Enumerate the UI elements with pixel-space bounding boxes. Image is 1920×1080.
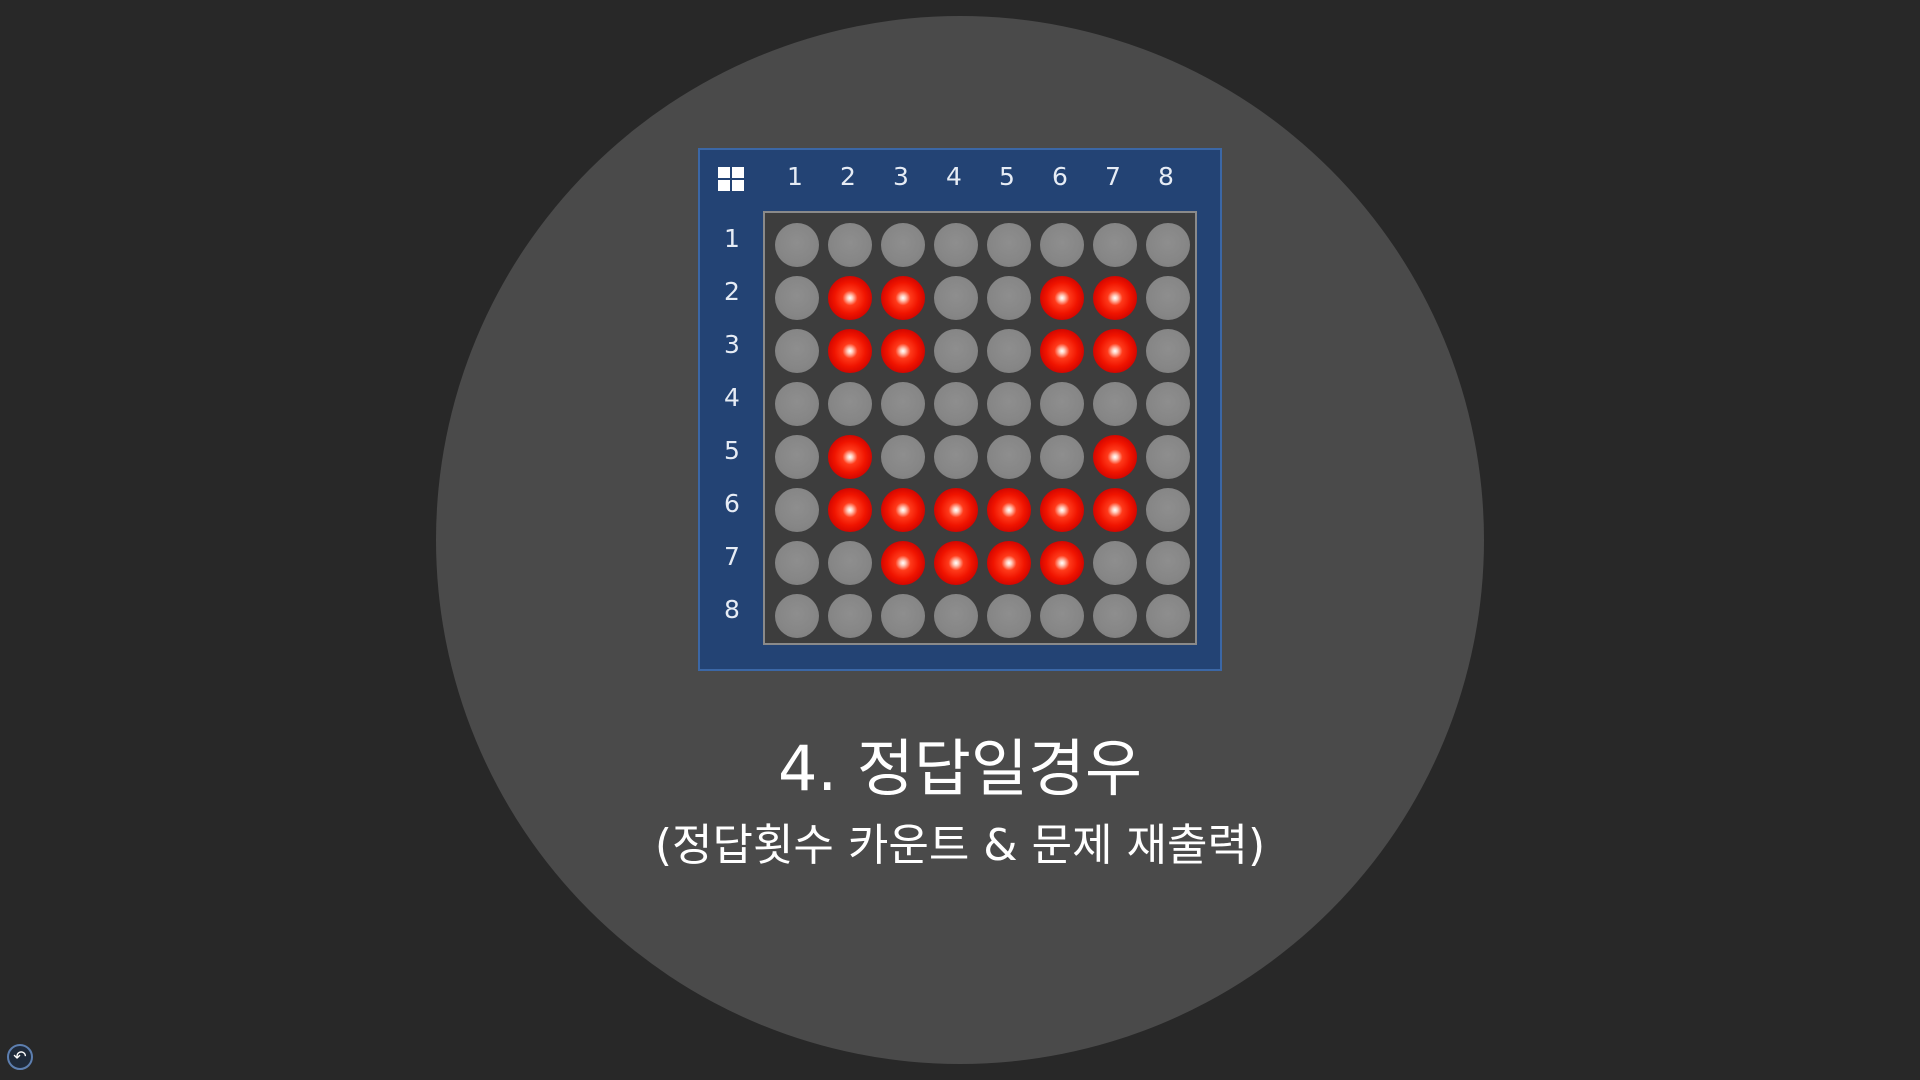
led-off[interactable]	[987, 435, 1031, 479]
led-on[interactable]	[987, 488, 1031, 532]
led-off[interactable]	[1040, 382, 1084, 426]
slide-title: 4. 정답일경우	[777, 732, 1143, 805]
led-off[interactable]	[775, 594, 819, 638]
led-off[interactable]	[775, 488, 819, 532]
led-off[interactable]	[987, 329, 1031, 373]
column-label: 8	[1158, 162, 1174, 191]
led-off[interactable]	[881, 435, 925, 479]
led-off[interactable]	[775, 223, 819, 267]
row-label: 2	[724, 277, 740, 306]
led-on[interactable]	[1093, 435, 1137, 479]
row-label: 6	[724, 489, 740, 518]
led-on[interactable]	[881, 276, 925, 320]
grid-icon	[718, 167, 744, 191]
led-off[interactable]	[1093, 382, 1137, 426]
led-off[interactable]	[881, 382, 925, 426]
slide-subtitle: (정답횟수 카운트 & 문제 재출력)	[654, 820, 1266, 871]
back-arrow-icon: ↶	[13, 1047, 27, 1066]
led-off[interactable]	[1040, 435, 1084, 479]
led-off[interactable]	[775, 541, 819, 585]
led-off[interactable]	[1146, 435, 1190, 479]
led-on[interactable]	[881, 329, 925, 373]
led-on[interactable]	[1093, 329, 1137, 373]
led-on[interactable]	[934, 541, 978, 585]
led-off[interactable]	[934, 276, 978, 320]
led-on[interactable]	[1040, 541, 1084, 585]
led-on[interactable]	[1093, 276, 1137, 320]
led-off[interactable]	[1093, 223, 1137, 267]
row-label: 8	[724, 595, 740, 624]
column-label: 6	[1052, 162, 1068, 191]
led-off[interactable]	[934, 223, 978, 267]
led-off[interactable]	[934, 329, 978, 373]
led-off[interactable]	[1146, 382, 1190, 426]
led-off[interactable]	[934, 594, 978, 638]
column-label: 5	[999, 162, 1015, 191]
led-on[interactable]	[1093, 488, 1137, 532]
column-label: 4	[946, 162, 962, 191]
led-off[interactable]	[1146, 223, 1190, 267]
led-off[interactable]	[1146, 541, 1190, 585]
led-off[interactable]	[1040, 223, 1084, 267]
led-on[interactable]	[987, 541, 1031, 585]
led-on[interactable]	[1040, 488, 1084, 532]
row-label: 4	[724, 383, 740, 412]
led-off[interactable]	[1093, 594, 1137, 638]
slide-canvas: 1 2 3 4 5 6 7 8 1 2 3 4 5 6 7 8 4. 정답일경우 (정답횟수 카운트 & 문…	[0, 0, 1920, 1080]
led-off[interactable]	[1146, 488, 1190, 532]
led-grid	[763, 211, 1197, 645]
led-off[interactable]	[775, 276, 819, 320]
led-off[interactable]	[987, 382, 1031, 426]
led-off[interactable]	[1146, 276, 1190, 320]
led-on[interactable]	[881, 541, 925, 585]
led-off[interactable]	[987, 594, 1031, 638]
led-on[interactable]	[934, 488, 978, 532]
led-off[interactable]	[987, 223, 1031, 267]
led-off[interactable]	[987, 276, 1031, 320]
led-off[interactable]	[775, 382, 819, 426]
led-off[interactable]	[775, 329, 819, 373]
led-on[interactable]	[1040, 329, 1084, 373]
row-label: 7	[724, 542, 740, 571]
led-off[interactable]	[828, 594, 872, 638]
led-off[interactable]	[934, 382, 978, 426]
led-off[interactable]	[828, 223, 872, 267]
led-on[interactable]	[828, 276, 872, 320]
led-on[interactable]	[881, 488, 925, 532]
column-label: 1	[787, 162, 803, 191]
led-off[interactable]	[1146, 594, 1190, 638]
led-off[interactable]	[881, 594, 925, 638]
led-on[interactable]	[1040, 276, 1084, 320]
column-label: 2	[840, 162, 856, 191]
led-off[interactable]	[828, 382, 872, 426]
led-off[interactable]	[1040, 594, 1084, 638]
led-off[interactable]	[1093, 541, 1137, 585]
led-off[interactable]	[1146, 329, 1190, 373]
led-on[interactable]	[828, 435, 872, 479]
row-label: 1	[724, 224, 740, 253]
column-label: 7	[1105, 162, 1121, 191]
column-label: 3	[893, 162, 909, 191]
led-off[interactable]	[934, 435, 978, 479]
led-off[interactable]	[775, 435, 819, 479]
led-on[interactable]	[828, 488, 872, 532]
led-on[interactable]	[828, 329, 872, 373]
led-off[interactable]	[828, 541, 872, 585]
back-button[interactable]: ↶	[7, 1044, 33, 1070]
led-matrix-panel: 1 2 3 4 5 6 7 8 1 2 3 4 5 6 7 8	[698, 148, 1222, 671]
row-label: 3	[724, 330, 740, 359]
led-off[interactable]	[881, 223, 925, 267]
row-label: 5	[724, 436, 740, 465]
